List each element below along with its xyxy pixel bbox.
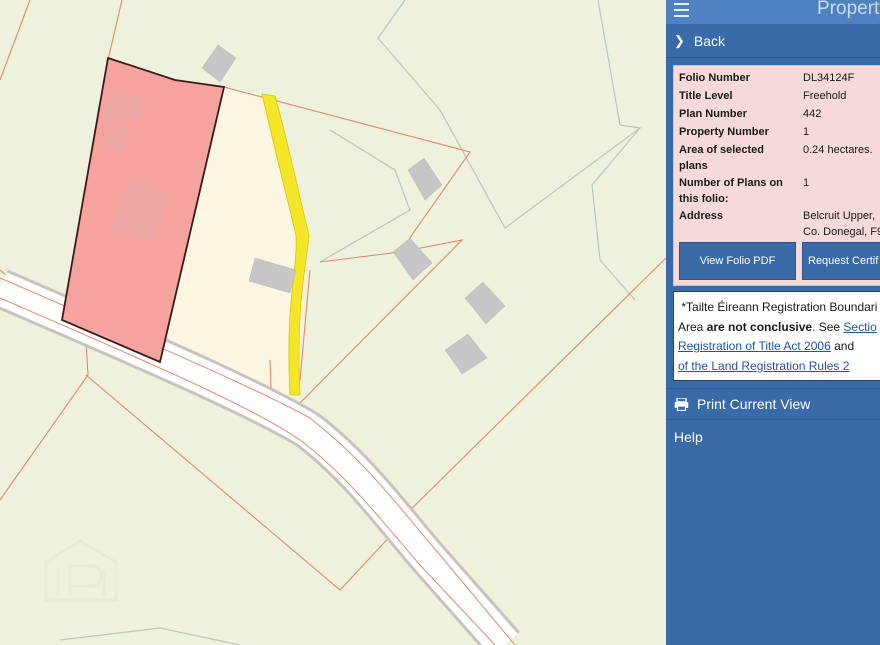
folio-label: Property Number [679,126,769,138]
section-link[interactable]: Sectio [843,320,876,334]
notice-line: Registration of Title Act 2006 and [678,337,880,357]
registration-notice: *Tailte Éireann Registration Boundari Ar… [673,291,880,381]
notice-line: Area are not conclusive. See Sectio [678,318,880,338]
folio-value: Freehold [803,90,847,102]
printer-icon [674,396,689,411]
property-panel: Property ❯ Back Folio Number DL34124F Ti… [666,0,880,645]
notice-text: Area [678,319,707,334]
map-canvas[interactable] [0,0,666,645]
registration-act-link[interactable]: Registration of Title Act 2006 [678,339,831,353]
notice-emphasis: are not conclusive [706,319,813,334]
folio-label: Plan Number [679,108,747,120]
print-current-view-button[interactable]: Print Current View [666,388,880,420]
help-button[interactable]: Help [666,421,880,453]
building [105,94,141,121]
help-label: Help [674,429,703,445]
folio-info-card: Folio Number DL34124F Title Level Freeho… [673,65,880,286]
folio-label: Area of selected plans [679,144,764,172]
folio-label: Number of Plans on this folio: [679,177,783,205]
folio-label: Title Level [679,90,733,102]
building [105,126,126,151]
land-registration-rules-link[interactable]: of the Land Registration Rules 2 [678,359,849,373]
notice-text: *Tailte Éireann Registration Boundari [681,300,878,314]
folio-value: Belcruit Upper, Co. Donegal, F9 [803,210,880,238]
folio-label: Folio Number [679,72,750,84]
map-view[interactable] [0,0,666,645]
folio-label: Address [679,210,724,222]
folio-value: 1 [803,177,810,189]
view-folio-pdf-button[interactable]: View Folio PDF [679,242,796,280]
panel-title: Property [817,0,880,19]
notice-line: of the Land Registration Rules 2 [678,357,880,377]
request-certificate-button[interactable]: Request Certif [802,242,880,280]
notice-text: . See [812,319,844,334]
notice-line: *Tailte Éireann Registration Boundari [678,298,880,318]
folio-value: 0.24 hectares. [803,144,873,156]
folio-value: 442 [803,108,822,120]
chevron-right-icon: ❯ [674,32,685,48]
folio-value: DL34124F [803,72,855,84]
panel-header: Property [666,0,880,24]
back-label: Back [693,32,726,49]
back-button[interactable]: ❯ Back [666,24,880,58]
print-label: Print Current View [697,396,811,412]
folio-value: 1 [803,126,810,138]
notice-text: and [830,339,855,353]
hamburger-menu-icon[interactable] [674,3,689,17]
